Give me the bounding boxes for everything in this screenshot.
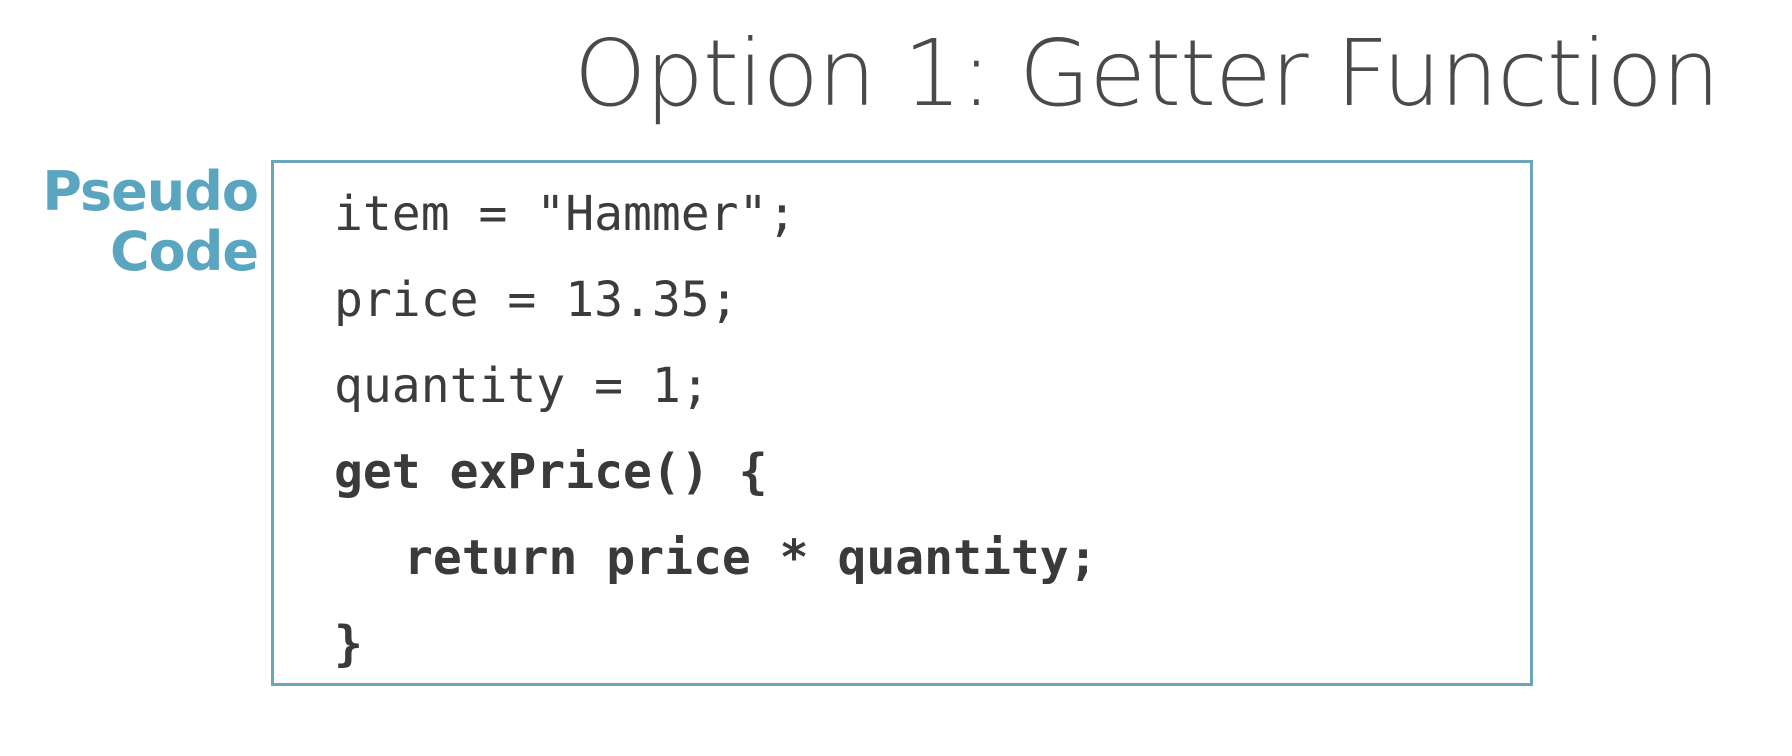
- code-line-item: item = "Hammer";: [334, 186, 797, 242]
- code-line-closing-brace: }: [334, 616, 363, 672]
- code-line-return-statement: return price * quantity;: [404, 530, 1098, 586]
- code-lines: item = "Hammer"; price = 13.35; quantity…: [334, 171, 1510, 687]
- code-block: item = "Hammer"; price = 13.35; quantity…: [271, 160, 1533, 686]
- pseudo-code-label-line-2: Code: [109, 220, 259, 283]
- code-line-price: price = 13.35;: [334, 272, 739, 328]
- code-line-getter-declaration: get exPrice() {: [334, 444, 768, 500]
- pseudo-code-label: Pseudo Code: [30, 160, 259, 283]
- code-line-quantity: quantity = 1;: [334, 358, 710, 414]
- pseudo-code-label-line-1: Pseudo: [42, 160, 259, 223]
- slide-title: Option 1: Getter Function: [574, 20, 1720, 127]
